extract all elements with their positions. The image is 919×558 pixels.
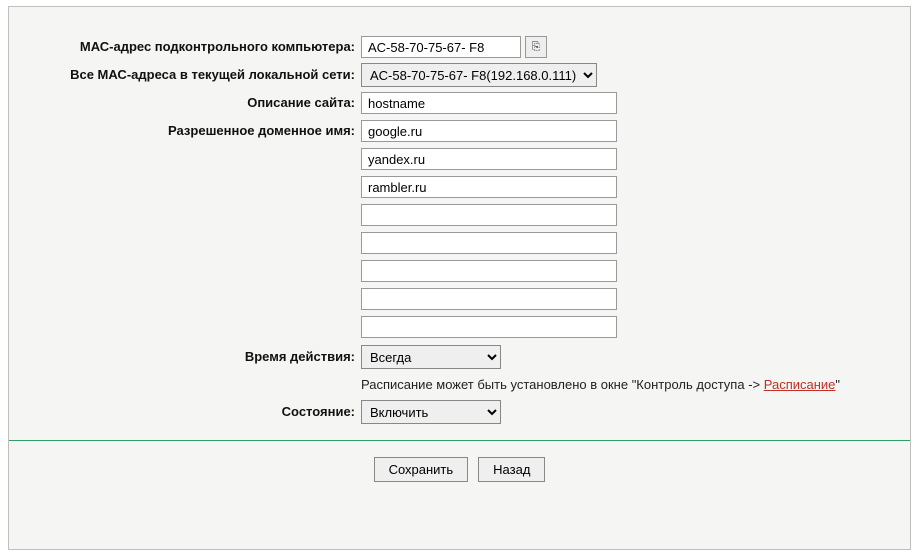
mac-list-select[interactable]: AC-58-70-75-67- F8(192.168.0.111) [361,63,597,87]
label-mac-controlled: МАС-адрес подконтрольного компьютера: [9,39,361,55]
label-time: Время действия: [9,349,361,365]
save-button[interactable]: Сохранить [374,457,469,482]
label-site-desc: Описание сайта: [9,95,361,111]
label-state: Состояние: [9,404,361,420]
domain-input-2[interactable] [361,176,617,198]
mac-controlled-input[interactable] [361,36,521,58]
domain-input-3[interactable] [361,204,617,226]
domain-input-6[interactable] [361,288,617,310]
domain-input-4[interactable] [361,232,617,254]
schedule-note-prefix: Расписание может быть установлено в окне… [361,377,764,392]
copy-mac-icon[interactable]: ⎘ [525,36,547,58]
domain-input-0[interactable] [361,120,617,142]
domain-input-7[interactable] [361,316,617,338]
domain-input-1[interactable] [361,148,617,170]
label-allowed-domain: Разрешенное доменное имя: [9,123,361,139]
settings-form-panel: МАС-адрес подконтрольного компьютера: ⎘ … [8,6,911,550]
site-desc-input[interactable] [361,92,617,114]
time-select[interactable]: Всегда [361,345,501,369]
schedule-link[interactable]: Расписание [764,377,836,392]
schedule-note: Расписание может быть установлено в окне… [361,377,910,392]
back-button[interactable]: Назад [478,457,545,482]
label-mac-list: Все МАС-адреса в текущей локальной сети: [9,67,361,83]
domain-input-5[interactable] [361,260,617,282]
state-select[interactable]: Включить [361,400,501,424]
divider [9,440,910,441]
schedule-note-suffix: " [835,377,840,392]
